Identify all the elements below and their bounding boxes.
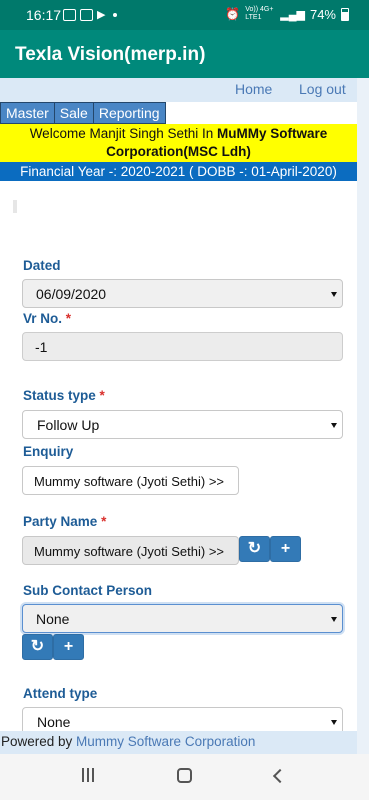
home-link[interactable]: Home bbox=[235, 81, 272, 97]
page-scrollbar-track bbox=[357, 78, 369, 800]
app-bar: Texla Vision(merp.in) bbox=[0, 30, 369, 78]
vr-no-label: Vr No. * bbox=[23, 311, 71, 326]
sub-contact-add-button[interactable]: + bbox=[53, 634, 84, 660]
required-marker: * bbox=[99, 388, 105, 403]
financial-year-banner: Financial Year -: 2020-2021 ( DOBB -: 01… bbox=[0, 162, 357, 181]
welcome-banner: Welcome Manjit Singh Sethi In MuMMy Soft… bbox=[0, 124, 357, 162]
enquiry-label-text: Enquiry bbox=[23, 444, 74, 459]
vr-no-field[interactable]: -1 bbox=[22, 332, 343, 361]
refresh-icon: ↻ bbox=[30, 638, 45, 655]
home-icon[interactable] bbox=[177, 768, 192, 783]
sub-contact-label: Sub Contact Person bbox=[23, 583, 152, 598]
notification-icons: ▶ bbox=[63, 8, 118, 21]
menu-item-sale[interactable]: Sale bbox=[54, 102, 94, 124]
status-type-value: Follow Up bbox=[37, 417, 100, 433]
main-menu: Master Sale Reporting bbox=[0, 102, 166, 124]
required-marker: * bbox=[65, 311, 72, 326]
message-icon bbox=[80, 8, 93, 21]
recents-icon[interactable] bbox=[82, 768, 94, 782]
logout-link[interactable]: Log out bbox=[299, 81, 346, 97]
play-store-icon: ▶ bbox=[97, 9, 106, 21]
sub-contact-select[interactable]: None bbox=[22, 604, 343, 633]
footer: Powered by Mummy Software Corporation bbox=[0, 731, 357, 754]
sub-contact-label-text: Sub Contact Person bbox=[23, 583, 153, 598]
app-title: Texla Vision(merp.in) bbox=[15, 44, 206, 65]
battery-percent: 74% bbox=[309, 6, 336, 22]
vr-no-label-text: Vr No. bbox=[23, 311, 63, 326]
chevron-down-icon bbox=[331, 423, 337, 428]
plus-icon: + bbox=[280, 540, 291, 557]
status-type-label-text: Status type bbox=[23, 388, 96, 403]
status-type-label: Status type * bbox=[23, 388, 105, 403]
enquiry-picker-button[interactable]: Mummy software (Jyoti Sethi) >> bbox=[22, 466, 239, 495]
party-refresh-button[interactable]: ↻ bbox=[239, 536, 270, 562]
chevron-down-icon bbox=[331, 617, 337, 622]
footer-company-link[interactable]: Mummy Software Corporation bbox=[76, 734, 255, 749]
decorative-marker bbox=[13, 200, 17, 213]
party-name-picker-button[interactable]: Mummy software (Jyoti Sethi) >> bbox=[22, 536, 239, 565]
party-add-button[interactable]: + bbox=[270, 536, 301, 562]
status-right: ⏰ Vo)) 4G+ LTE1 ▂▄▆ 74% bbox=[225, 6, 349, 22]
welcome-text: Welcome Manjit Singh Sethi In bbox=[29, 126, 218, 141]
party-name-value: Mummy software (Jyoti Sethi) >> bbox=[34, 544, 224, 559]
vr-no-value: -1 bbox=[35, 339, 48, 355]
status-type-select[interactable]: Follow Up bbox=[22, 410, 343, 439]
back-icon[interactable] bbox=[272, 768, 288, 784]
enquiry-label: Enquiry bbox=[23, 444, 73, 459]
sub-contact-refresh-button[interactable]: ↻ bbox=[22, 634, 53, 660]
dated-value: 06/09/2020 bbox=[36, 286, 107, 302]
dated-select[interactable]: 06/09/2020 bbox=[22, 279, 343, 308]
top-nav: Home Log out bbox=[0, 78, 357, 102]
chevron-down-icon bbox=[331, 292, 337, 297]
status-bar: 16:17 ▶ ⏰ Vo)) 4G+ LTE1 ▂▄▆ 74% bbox=[0, 0, 369, 30]
menu-item-reporting[interactable]: Reporting bbox=[93, 102, 166, 124]
attend-type-label: Attend type bbox=[23, 686, 97, 701]
dated-label-text: Dated bbox=[23, 258, 61, 273]
sub-contact-value: None bbox=[36, 611, 70, 627]
alarm-icon: ⏰ bbox=[225, 7, 241, 21]
android-nav-bar bbox=[0, 754, 369, 800]
party-name-label: Party Name * bbox=[23, 514, 106, 529]
more-notifications-icon bbox=[113, 12, 118, 17]
required-marker: * bbox=[101, 514, 107, 529]
attend-type-value: None bbox=[37, 714, 71, 730]
network-indicator: Vo)) 4G+ LTE1 bbox=[245, 6, 274, 21]
attend-type-label-text: Attend type bbox=[23, 686, 98, 701]
battery-icon bbox=[341, 7, 349, 21]
enquiry-value: Mummy software (Jyoti Sethi) >> bbox=[34, 474, 224, 489]
refresh-icon: ↻ bbox=[247, 540, 262, 557]
gallery-icon bbox=[63, 8, 76, 21]
party-name-label-text: Party Name bbox=[23, 514, 98, 529]
signal-icon: ▂▄▆ bbox=[280, 8, 305, 21]
plus-icon: + bbox=[63, 638, 74, 655]
footer-prefix: Powered by bbox=[1, 734, 77, 749]
menu-item-master[interactable]: Master bbox=[0, 102, 55, 124]
status-time: 16:17 bbox=[26, 7, 62, 23]
chevron-down-icon bbox=[331, 720, 337, 725]
dated-label: Dated bbox=[23, 258, 61, 273]
